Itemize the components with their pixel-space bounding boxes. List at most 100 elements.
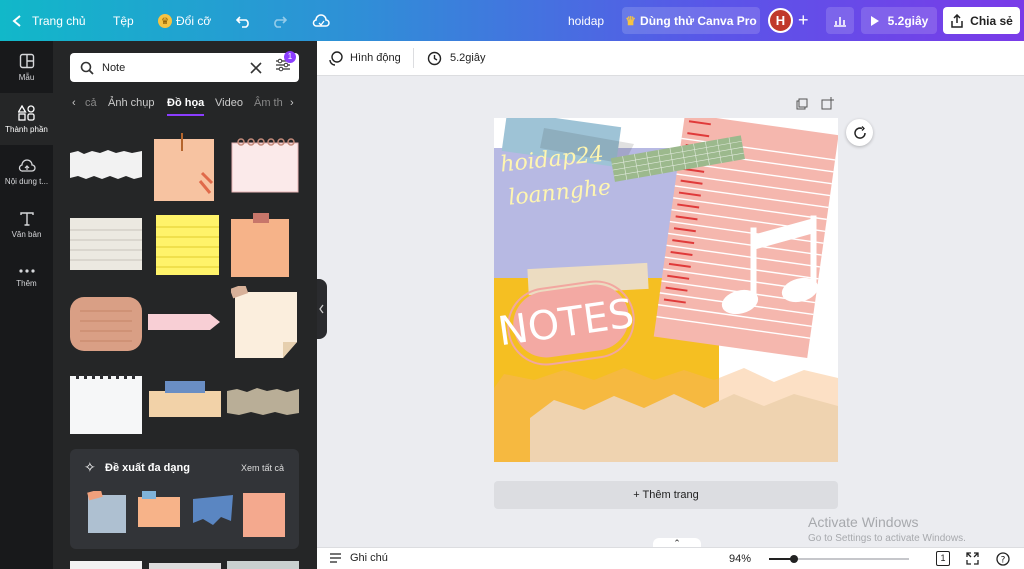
insights-button[interactable] xyxy=(826,7,854,34)
duration-label: 5.2giây xyxy=(450,52,486,64)
duplicate-page-icon[interactable] xyxy=(796,98,808,110)
graphic-partial-tile[interactable] xyxy=(70,561,142,569)
crown-icon: ♛ xyxy=(158,13,172,28)
resize-label: Đổi cỡ xyxy=(176,13,212,28)
bottom-bar: Ghi chú 94% 1 ? xyxy=(317,547,1024,569)
graphic-orange-torn-note[interactable] xyxy=(136,491,182,531)
crown-icon: ♛ xyxy=(625,13,637,28)
design-canvas[interactable]: NOTES hoidap24 loannghe xyxy=(494,118,838,462)
refresh-suggestion-button[interactable] xyxy=(846,119,873,146)
rail-item-text[interactable]: Văn bản xyxy=(0,199,53,251)
watermark-line-1: Activate Windows xyxy=(808,514,919,530)
plus-icon: + xyxy=(798,10,809,30)
rail-item-more[interactable]: Thêm xyxy=(0,252,53,304)
graphic-torn-paper-white[interactable] xyxy=(70,147,142,181)
graphic-blue-grey-note[interactable] xyxy=(86,491,128,535)
graphic-partial-tile[interactable] xyxy=(149,563,221,569)
graphic-spiral-notepad[interactable] xyxy=(231,138,299,193)
notes-button[interactable]: Ghi chú xyxy=(329,552,388,564)
search-input[interactable] xyxy=(102,61,242,74)
graphic-yellow-lined-note[interactable] xyxy=(154,213,221,277)
tab-all[interactable]: cả xyxy=(85,97,97,109)
graphic-lined-paper-grey[interactable] xyxy=(70,218,142,270)
file-menu[interactable]: Tệp xyxy=(113,0,134,41)
home-label: Trang chủ xyxy=(32,13,86,28)
cloud-save-button[interactable] xyxy=(312,0,330,41)
resize-button[interactable]: ♛ Đổi cỡ xyxy=(158,0,211,41)
document-title[interactable]: hoidap xyxy=(568,0,604,41)
chevron-left-icon xyxy=(319,304,324,314)
add-collaborator-button[interactable]: + xyxy=(798,0,809,41)
upload-icon xyxy=(18,158,36,172)
graphic-kraft-torn-strip[interactable] xyxy=(227,387,299,417)
page-count[interactable]: 1 xyxy=(936,551,950,566)
bar-chart-icon xyxy=(834,16,846,27)
share-button[interactable]: Chia sẻ xyxy=(943,7,1020,34)
graphic-blue-torn-paper[interactable] xyxy=(191,493,235,529)
svg-text:?: ? xyxy=(1001,556,1006,566)
add-page-button[interactable]: + Thêm trang xyxy=(494,481,838,509)
rail-label: Thêm xyxy=(16,279,37,288)
graphic-peach-note-clip[interactable] xyxy=(152,133,216,203)
search-icon xyxy=(80,61,94,75)
rail-label: Nội dung t... xyxy=(4,176,49,186)
notes-label: Ghi chú xyxy=(350,552,388,564)
graphic-spiral-paper-white[interactable] xyxy=(70,372,142,434)
rail-label: Văn bản xyxy=(11,229,42,239)
see-all-link[interactable]: Xem tất cả xyxy=(241,463,284,473)
suggestions-title: Đề xuất đa dạng xyxy=(105,462,190,474)
present-button[interactable]: 5.2giây xyxy=(861,7,937,34)
sparkle-icon: ✧ xyxy=(84,459,96,475)
tab-graphics[interactable]: Đồ họa xyxy=(167,97,205,116)
graphic-partial-tile[interactable] xyxy=(227,561,299,569)
zoom-level[interactable]: 94% xyxy=(729,553,751,565)
rail-item-templates[interactable]: Mẫu xyxy=(0,41,53,93)
help-icon[interactable]: ? xyxy=(996,552,1010,566)
animate-button[interactable]: Hình động xyxy=(328,50,401,66)
share-icon xyxy=(951,13,963,28)
rail-item-uploads[interactable]: Nội dung t... xyxy=(0,146,53,198)
side-rail: Mẫu Thành phần Nội dung t... Văn bản Thê… xyxy=(0,41,53,569)
tabs-next-icon[interactable]: › xyxy=(290,97,294,109)
more-icon xyxy=(18,269,35,273)
tab-video[interactable]: Video xyxy=(215,97,243,109)
magic-refresh-icon xyxy=(853,125,866,139)
redo-button[interactable] xyxy=(271,0,287,41)
tabs-prev-icon[interactable]: ‹ xyxy=(72,97,76,109)
try-pro-button[interactable]: ♛ Dùng thử Canva Pro xyxy=(622,7,760,34)
tab-audio[interactable]: Âm th xyxy=(254,97,283,109)
graphic-cream-folded-note[interactable] xyxy=(231,286,299,360)
tab-photos[interactable]: Ảnh chụp xyxy=(108,97,154,109)
top-bar: Trang chủ Tệp ♛ Đổi cỡ hoidap ♛ Dùng thử… xyxy=(0,0,1024,41)
play-icon xyxy=(870,15,879,26)
rail-label: Mẫu xyxy=(18,72,35,82)
graphic-pink-tag[interactable] xyxy=(148,312,222,332)
graphic-orange-note-tape[interactable] xyxy=(231,213,289,278)
category-tabs: ‹ cả Ảnh chụp Đồ họa Video Âm th › xyxy=(53,93,317,119)
graphic-salmon-note[interactable] xyxy=(241,489,287,539)
zoom-slider-thumb[interactable] xyxy=(790,555,798,563)
editor-toolbar: Hình động 5.2giây xyxy=(317,41,1024,76)
collage-artwork: NOTES hoidap24 loannghe xyxy=(494,118,838,462)
graphic-tan-note-blue-tape[interactable] xyxy=(149,381,221,419)
undo-button[interactable] xyxy=(236,0,252,41)
fullscreen-icon[interactable] xyxy=(966,552,979,565)
add-page-icon[interactable] xyxy=(821,97,834,110)
suggestions-card: ✧ Đề xuất đa dạng Xem tất cả xyxy=(70,449,299,549)
text-icon xyxy=(19,211,34,226)
undo-icon xyxy=(236,15,249,28)
template-icon xyxy=(19,53,34,68)
graphic-rounded-lined-note[interactable] xyxy=(70,293,142,353)
rail-item-elements[interactable]: Thành phần xyxy=(0,93,53,145)
clock-icon xyxy=(427,51,442,65)
collapse-panel-handle[interactable] xyxy=(317,279,327,339)
play-label: 5.2giây xyxy=(887,13,929,28)
close-icon[interactable] xyxy=(250,61,262,74)
elements-panel: 1 ‹ cả Ảnh chụp Đồ họa Video Âm th › ✧ Đ… xyxy=(53,41,317,569)
filter-button[interactable]: 1 xyxy=(275,51,296,77)
avatar[interactable]: H xyxy=(768,8,793,33)
share-label: Chia sẻ xyxy=(970,13,1013,28)
duration-button[interactable]: 5.2giây xyxy=(427,51,485,66)
home-button[interactable]: Trang chủ xyxy=(12,0,86,41)
windows-activation-watermark: Activate Windows Go to Settings to activ… xyxy=(808,514,966,544)
